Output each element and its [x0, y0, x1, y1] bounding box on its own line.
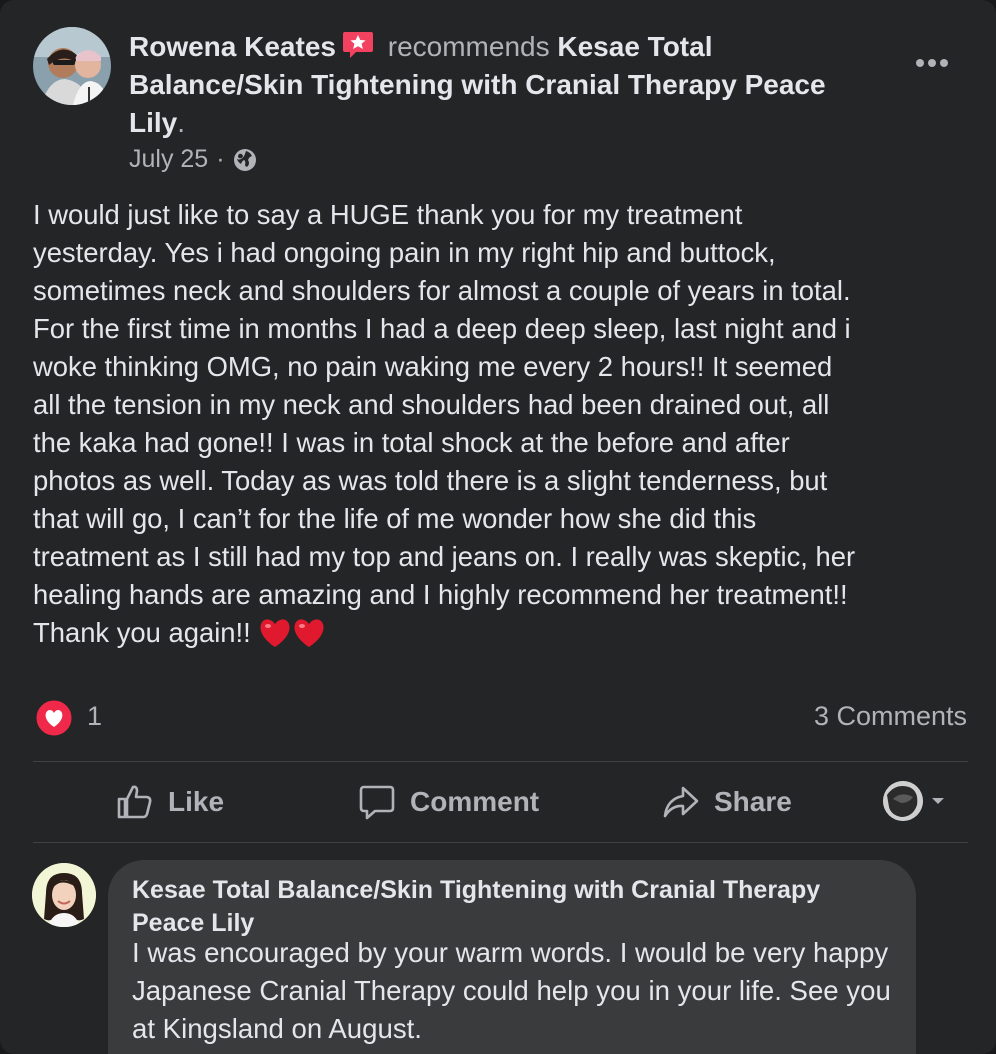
- period: .: [177, 107, 186, 138]
- love-reaction-icon[interactable]: [35, 699, 73, 737]
- share-arrow-icon: [663, 786, 699, 818]
- current-user-avatar: [883, 781, 923, 821]
- comment-text: I was encouraged by your warm words. I w…: [132, 937, 891, 1044]
- author-avatar[interactable]: [33, 27, 111, 105]
- divider: [33, 842, 968, 843]
- like-label: Like: [168, 786, 225, 817]
- meta-separator: ·: [216, 145, 225, 173]
- comment-bubble-icon: [359, 785, 395, 820]
- commenter-avatar[interactable]: [32, 863, 96, 927]
- post-body-text: I would just like to say a HUGE thank yo…: [33, 199, 856, 648]
- share-label: Share: [714, 786, 792, 817]
- post-body: I would just like to say a HUGE thank yo…: [33, 196, 968, 652]
- comment-author[interactable]: Kesae Total Balance/Skin Tightening with…: [132, 874, 892, 940]
- post-meta: July 25 ·: [129, 145, 257, 174]
- recommends-text: recommends: [387, 31, 550, 62]
- comments-count-link[interactable]: 3 Comments: [814, 701, 967, 732]
- post-header: Rowena Keates recommends Kesae Total Bal…: [129, 28, 889, 142]
- more-dots-icon: [916, 59, 948, 67]
- share-button[interactable]: Share: [662, 778, 792, 826]
- red-heart-emoji-icon: [258, 618, 292, 648]
- comment-as-selector[interactable]: [883, 781, 945, 821]
- comment-label: Comment: [410, 786, 540, 817]
- thumbs-up-icon: [117, 785, 152, 819]
- like-button[interactable]: Like: [116, 778, 224, 826]
- post-date[interactable]: July 25: [129, 145, 208, 174]
- red-heart-emoji-icon: [292, 618, 326, 648]
- author-name[interactable]: Rowena Keates: [129, 31, 336, 62]
- caret-down-icon: [932, 798, 944, 804]
- divider: [33, 761, 968, 762]
- reaction-count[interactable]: 1: [87, 701, 102, 732]
- comment-button[interactable]: Comment: [358, 778, 539, 826]
- globe-icon: [233, 148, 256, 171]
- post-card: Rowena Keates recommends Kesae Total Bal…: [0, 0, 996, 1054]
- recommendation-icon: [342, 30, 374, 60]
- more-options-button[interactable]: [912, 45, 952, 81]
